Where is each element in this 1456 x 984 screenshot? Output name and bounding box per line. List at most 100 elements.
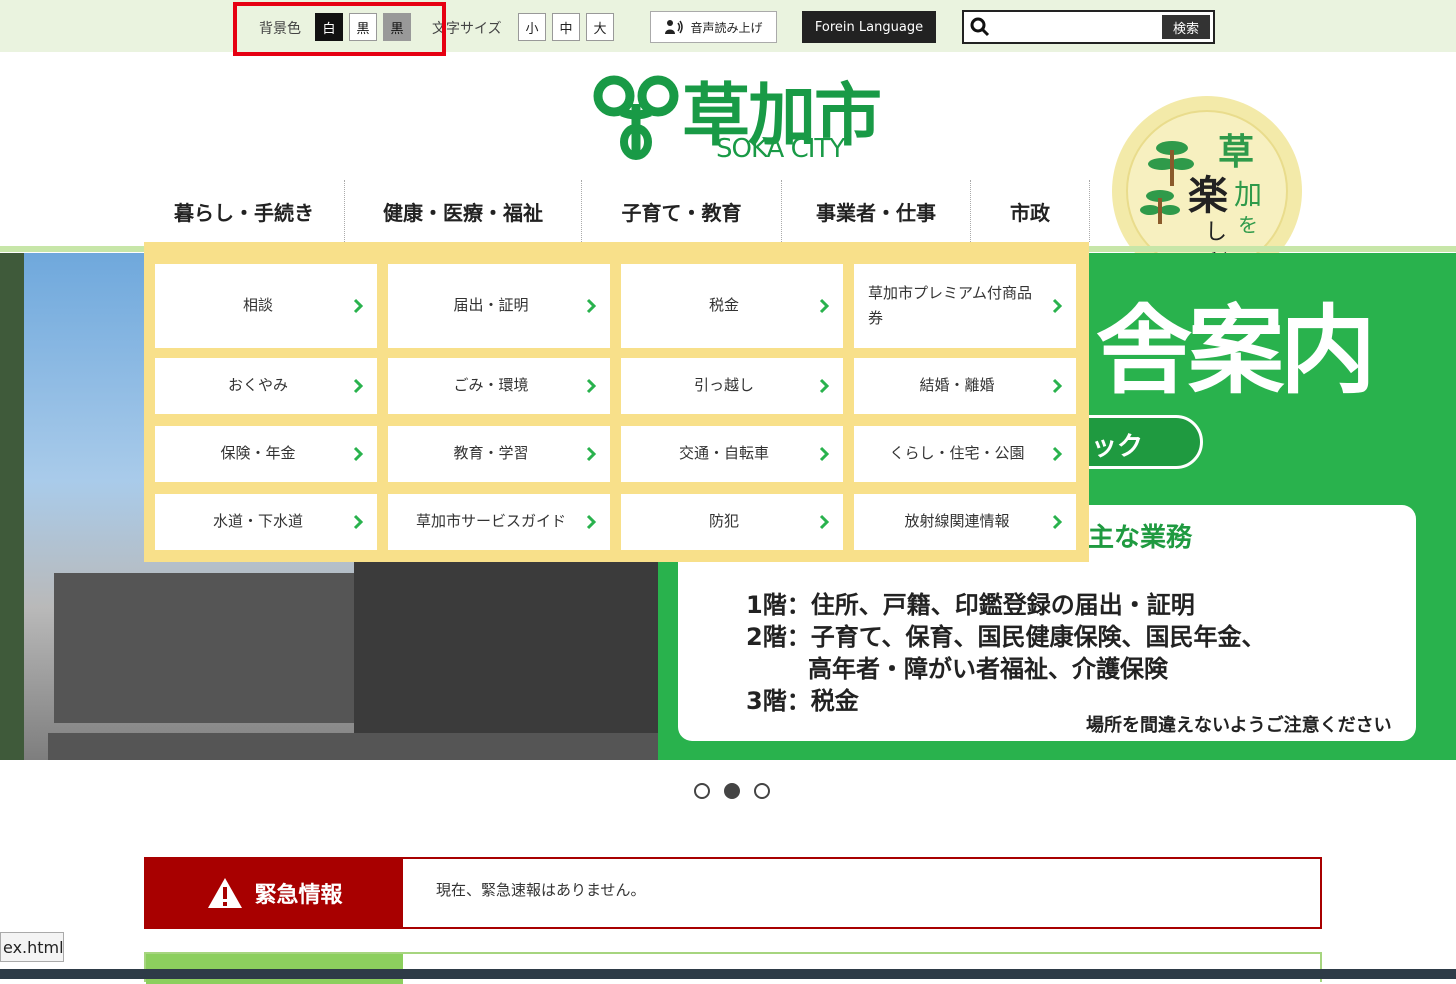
soka-city-emblem-icon [593, 75, 679, 160]
banner-pill-label: ック [1091, 432, 1144, 462]
mega-menu-item[interactable]: 税金 [621, 264, 843, 348]
mega-menu-item[interactable]: 放射線関連情報 [854, 494, 1076, 550]
slider-dot-3[interactable] [754, 783, 770, 799]
chevron-right-icon [586, 378, 597, 394]
mega-menu-item-label: 届出・証明 [453, 296, 529, 315]
mega-menu-item[interactable]: 教育・学習 [388, 426, 610, 482]
banner-prev-slide-edge [0, 253, 24, 760]
mega-menu-item[interactable]: 結婚・離婚 [854, 358, 1076, 414]
mega-menu-item[interactable]: 草加市プレミアム付商品券 [854, 264, 1076, 348]
nav-item-living[interactable]: 暮らし・手続き [144, 180, 345, 242]
mega-menu-item-label: 教育・学習 [453, 444, 529, 463]
slider-dot-1[interactable] [694, 783, 710, 799]
mega-menu-item-label: 草加市サービスガイド [415, 512, 566, 531]
chevron-right-icon [353, 446, 364, 462]
mega-menu-item[interactable]: ごみ・環境 [388, 358, 610, 414]
search-icon [970, 17, 990, 37]
chevron-right-icon [819, 446, 830, 462]
svg-text:を: を [1238, 213, 1258, 237]
road-shape [48, 733, 658, 760]
chevron-right-icon [819, 298, 830, 314]
mega-menu-item-label: 水道・下水道 [212, 512, 303, 531]
chevron-right-icon [353, 514, 364, 530]
mega-menu-item-label: 交通・自転車 [678, 444, 769, 463]
banner-card-heading: 主な業務 [1088, 523, 1193, 553]
font-small-button[interactable]: 小 [518, 13, 546, 41]
mega-menu-item[interactable]: 保険・年金 [155, 426, 377, 482]
mega-menu-item-label: 相談 [242, 296, 273, 315]
mega-menu-grid: 相談 届出・証明 税金 草加市プレミアム付商品券おくやみ ごみ・環境 引っ越し 結婚・離婚保… [155, 264, 1076, 550]
mega-menu-item[interactable]: 交通・自転車 [621, 426, 843, 482]
global-navigation: 暮らし・手続き 健康・医療・福祉 子育て・教育 事業者・仕事 市政 [144, 180, 1090, 242]
chevron-right-icon [586, 514, 597, 530]
living-mega-menu: 相談 届出・証明 税金 草加市プレミアム付商品券おくやみ ごみ・環境 引っ越し 結婚・離婚保… [144, 242, 1089, 562]
mega-menu-item-label: 税金 [708, 296, 739, 315]
svg-text:し: し [1205, 220, 1227, 245]
banner-line-floor2: 2階：子育て、保育、国民健康保険、国民年金、 [746, 623, 1266, 651]
svg-text:草: 草 [1218, 132, 1254, 173]
banner-line-floor3: 3階：税金 [746, 687, 859, 715]
mega-menu-item[interactable]: 相談 [155, 264, 377, 348]
slider-dot-2[interactable] [724, 783, 740, 799]
building-shape [354, 553, 658, 753]
search-input[interactable] [996, 16, 1160, 38]
emergency-info-title: 緊急情報 [254, 883, 343, 908]
mega-menu-item[interactable]: くらし・住宅・公園 [854, 426, 1076, 482]
building-shape [54, 573, 354, 723]
mega-menu-item-label: 放射線関連情報 [904, 512, 1010, 531]
chevron-right-icon [1052, 378, 1063, 394]
chevron-right-icon [586, 298, 597, 314]
warning-icon [208, 878, 243, 908]
voice-reader-label: 音声読み上げ [690, 20, 763, 35]
mega-menu-item[interactable]: 届出・証明 [388, 264, 610, 348]
foreign-language-button[interactable]: Forein Language [802, 11, 936, 43]
mega-menu-item-label: 防犯 [708, 512, 739, 531]
nav-item-city-government[interactable]: 市政 [971, 180, 1090, 242]
browser-status-url: ex.html [0, 932, 64, 962]
banner-card-note: 場所を間違えないようご注意ください [1086, 715, 1392, 736]
site-search: 検索 [962, 10, 1215, 44]
chevron-right-icon [819, 378, 830, 394]
emergency-info-heading: 緊急情報 [146, 859, 403, 927]
bottom-browser-strip [0, 969, 1456, 979]
mega-menu-item-label: 結婚・離婚 [919, 376, 995, 395]
mega-menu-item-label: ごみ・環境 [453, 376, 529, 395]
chevron-right-icon [353, 378, 364, 394]
chevron-right-icon [1052, 446, 1063, 462]
font-medium-button[interactable]: 中 [552, 13, 580, 41]
nav-item-childcare[interactable]: 子育て・教育 [582, 180, 782, 242]
nav-item-health[interactable]: 健康・医療・福祉 [345, 180, 582, 242]
slider-dots [694, 783, 770, 799]
search-button[interactable]: 検索 [1162, 15, 1210, 39]
mega-menu-item-label: おくやみ [227, 376, 288, 395]
nav-item-business[interactable]: 事業者・仕事 [782, 180, 971, 242]
chevron-right-icon [586, 446, 597, 462]
mega-menu-item[interactable]: 水道・下水道 [155, 494, 377, 550]
highlight-annotation-box [233, 2, 446, 56]
voice-reader-button[interactable]: 音声読み上げ [650, 11, 777, 43]
chevron-right-icon [353, 298, 364, 314]
mega-menu-item[interactable]: 防犯 [621, 494, 843, 550]
logo-english-text: SOKA CITY [716, 134, 845, 164]
mega-menu-item-label: 保険・年金 [220, 444, 296, 463]
svg-text:楽: 楽 [1188, 173, 1228, 219]
banner-title: 舎案内 [1096, 295, 1376, 407]
banner-line-floor2-cont: 高年者・障がい者福祉、介護保険 [808, 655, 1168, 683]
font-large-button[interactable]: 大 [586, 13, 614, 41]
emergency-info-text: 現在、緊急速報はありません。 [436, 881, 646, 899]
speaker-person-icon [665, 20, 684, 34]
mega-menu-item-label: 引っ越し [693, 376, 754, 395]
banner-line-floor1: 1階：住所、戸籍、印鑑登録の届出・証明 [746, 591, 1195, 619]
chevron-right-icon [1052, 298, 1063, 314]
chevron-right-icon [1052, 514, 1063, 530]
svg-text:加: 加 [1234, 178, 1262, 211]
emergency-info-box: 緊急情報 現在、緊急速報はありません。 [144, 857, 1322, 929]
mega-menu-item[interactable]: おくやみ [155, 358, 377, 414]
mega-menu-item-label: くらし・住宅・公園 [889, 444, 1025, 463]
chevron-right-icon [819, 514, 830, 530]
mega-menu-item-label: 草加市プレミアム付商品券 [868, 283, 1032, 328]
site-logo[interactable]: 草加市 SOKA CITY [592, 66, 882, 166]
mega-menu-item[interactable]: 引っ越し [621, 358, 843, 414]
accessibility-toolbar: 背景色 白 黒 黒 文字サイズ 小 中 大 音声読み上げ Forein Lang… [0, 0, 1456, 52]
mega-menu-item[interactable]: 草加市サービスガイド [388, 494, 610, 550]
